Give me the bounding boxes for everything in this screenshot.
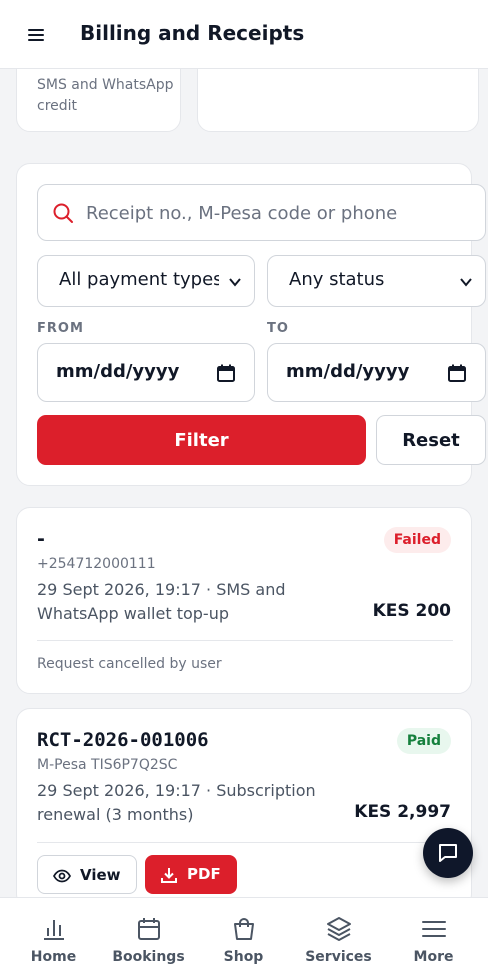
receipt-number: RCT-2026-001006 <box>37 729 209 751</box>
search-input[interactable] <box>86 193 476 233</box>
from-label: FROM <box>37 321 84 336</box>
download-pdf-button[interactable]: PDF <box>145 855 237 894</box>
receipt-amount: KES 2,997 <box>354 802 451 822</box>
nav-label-home: Home <box>30 949 77 965</box>
filter-panel: All payment types Any status FROM TO mm/… <box>16 163 486 486</box>
search-icon <box>53 203 73 223</box>
receipt-card: RCT-2026-001006 Paid M-Pesa TIS6P7Q2SC 2… <box>16 708 472 908</box>
nav-item-home[interactable]: Home <box>5 898 102 975</box>
receipt-amount: KES 200 <box>372 601 451 621</box>
payment-type-select[interactable]: All payment types <box>37 255 255 307</box>
nav-item-bookings[interactable]: Bookings <box>100 898 197 975</box>
to-date-input[interactable]: mm/dd/yyyy <box>267 343 486 402</box>
status-select[interactable]: Any status <box>267 255 486 307</box>
pdf-label: PDF <box>187 865 221 883</box>
receipt-card: - Failed +254712000111 29 Sept 2026, 19:… <box>16 507 472 694</box>
divider <box>37 640 453 641</box>
calendar-icon <box>138 918 160 940</box>
receipt-description: 29 Sept 2026, 19:17 · Subscription renew… <box>37 781 316 824</box>
filter-button[interactable]: Filter <box>37 415 366 465</box>
app-header: Billing and Receipts <box>0 0 488 69</box>
download-icon <box>161 868 177 883</box>
layers-icon <box>327 917 351 941</box>
nav-label-more: More <box>413 949 454 965</box>
receipt-note: Request cancelled by user <box>37 656 222 672</box>
to-date-value: mm/dd/yyyy <box>286 361 410 382</box>
hamburger-icon <box>28 29 44 41</box>
payment-type-value: All payment types <box>59 269 219 290</box>
page-title: Billing and Receipts <box>80 21 305 45</box>
calendar-icon[interactable] <box>447 363 467 383</box>
nav-item-shop[interactable]: Shop <box>195 898 292 975</box>
view-receipt-button[interactable]: View <box>37 855 137 894</box>
menu-button[interactable] <box>28 24 62 46</box>
nav-label-bookings: Bookings <box>112 949 185 965</box>
status-badge: Paid <box>396 728 451 754</box>
chat-icon <box>439 844 457 862</box>
nav-label-shop: Shop <box>223 949 264 965</box>
nav-item-services[interactable]: Services <box>290 898 387 975</box>
from-date-value: mm/dd/yyyy <box>56 361 180 382</box>
to-label: TO <box>267 321 289 336</box>
reset-button[interactable]: Reset <box>376 415 486 465</box>
calendar-icon[interactable] <box>216 363 236 383</box>
status-value: Any status <box>289 269 385 290</box>
chat-button[interactable] <box>423 828 473 878</box>
shopping-bag-icon <box>234 917 254 940</box>
view-label: View <box>80 866 121 884</box>
mpesa-code: M-Pesa TIS6P7Q2SC <box>37 757 178 773</box>
receipt-phone: +254712000111 <box>37 556 156 572</box>
receipt-number: - <box>37 528 45 550</box>
nav-label-services: Services <box>305 949 372 965</box>
bottom-nav: Home Bookings Shop Services More <box>0 897 488 975</box>
chevron-down-icon <box>460 278 472 287</box>
search-box[interactable] <box>37 184 486 241</box>
receipt-description: 29 Sept 2026, 19:17 · SMS and WhatsApp w… <box>37 580 286 623</box>
status-badge: Failed <box>383 527 451 553</box>
from-date-input[interactable]: mm/dd/yyyy <box>37 343 255 402</box>
eye-icon <box>53 869 71 883</box>
bar-chart-icon <box>44 920 64 940</box>
nav-item-more[interactable]: More <box>385 898 482 975</box>
divider <box>37 842 453 843</box>
menu-icon <box>422 921 446 937</box>
sms-credit-label: SMS and WhatsApp credit <box>37 77 174 114</box>
chevron-down-icon <box>229 278 241 287</box>
